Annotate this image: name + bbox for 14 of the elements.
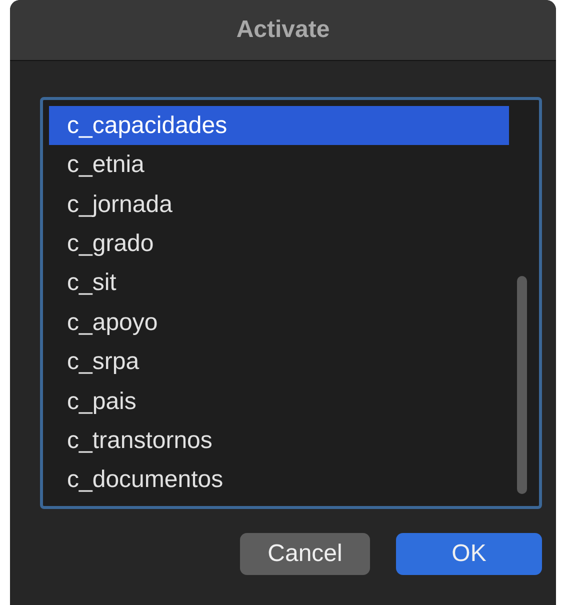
list-item[interactable]: c_documentos (49, 460, 509, 500)
list-item[interactable]: c_apoyo (49, 303, 509, 342)
window-title: Activate (236, 16, 330, 44)
list-item[interactable]: c_etnia (49, 145, 509, 185)
list-item[interactable]: c_pais (49, 382, 509, 422)
list-item[interactable]: c_sit (49, 264, 509, 304)
list-item[interactable]: c_transtornos (49, 421, 509, 461)
list-item[interactable]: c_jornada (49, 184, 509, 224)
list-item[interactable]: c_capacidades (49, 106, 509, 146)
scrollbar[interactable] (517, 276, 527, 494)
list-item[interactable]: c_grado (49, 224, 509, 264)
cancel-button[interactable]: Cancel (240, 533, 370, 575)
ok-button[interactable]: OK (396, 533, 542, 575)
list-item[interactable]: c_srpa (49, 342, 509, 382)
